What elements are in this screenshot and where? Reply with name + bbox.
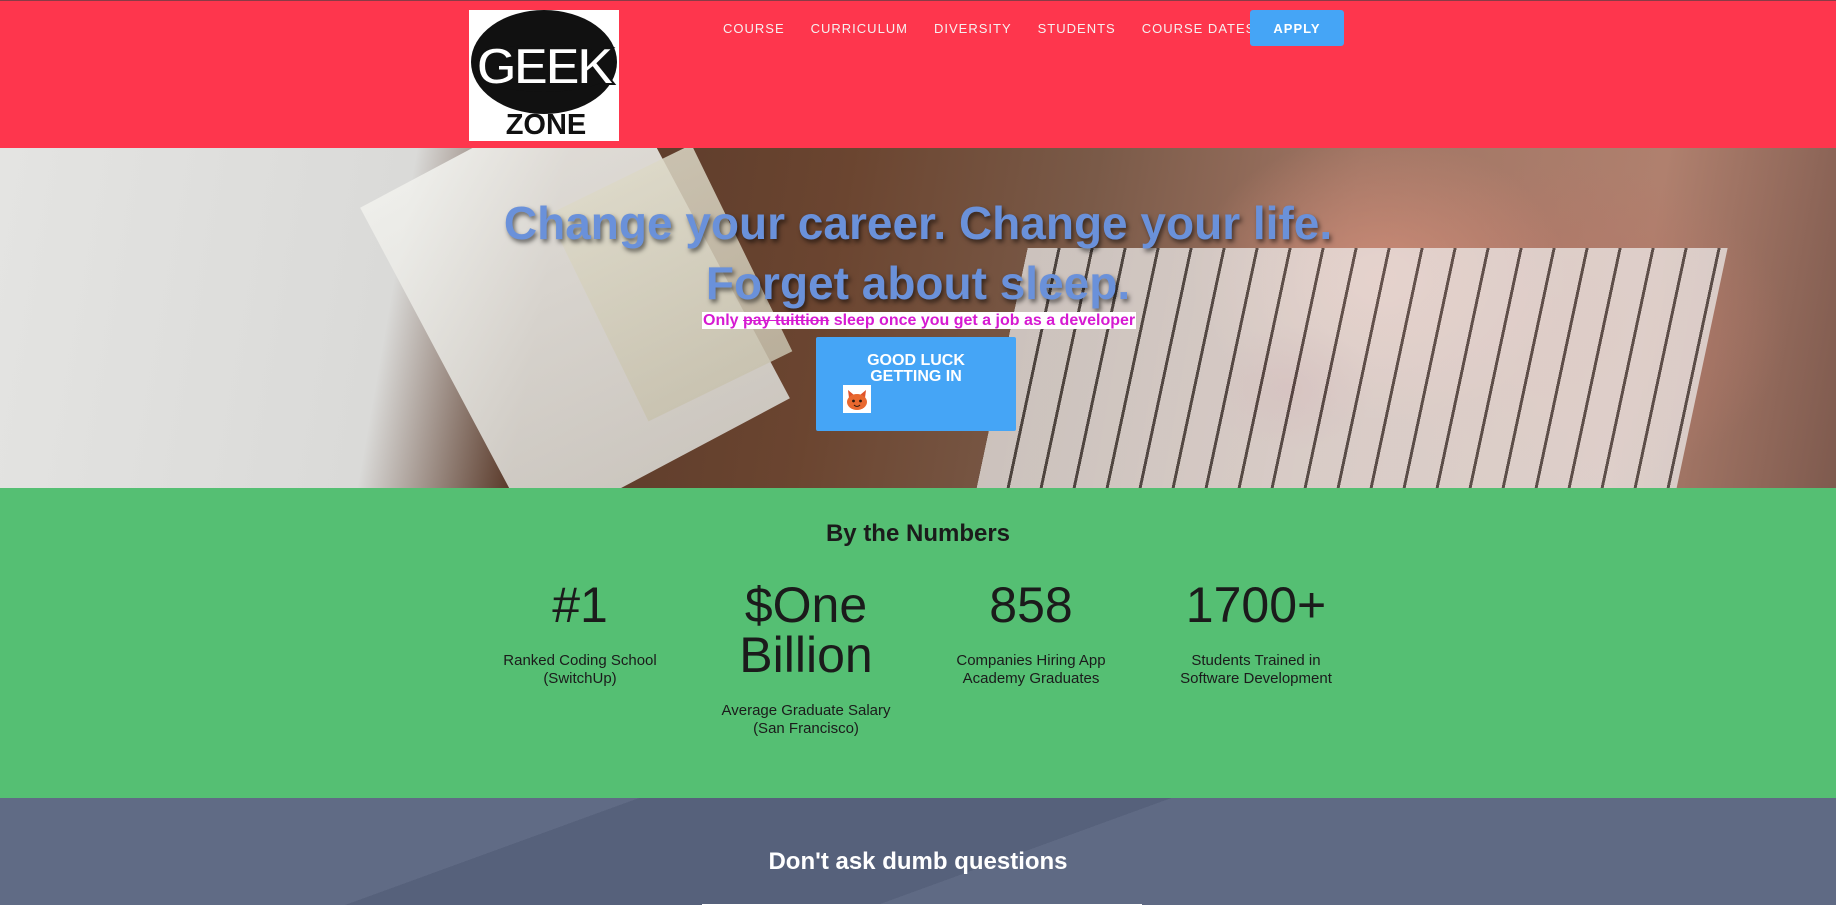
stat-students: 1700+ Students Trained in Software Devel… bbox=[1156, 580, 1356, 688]
stat-description-line1: Average Graduate Salary bbox=[721, 702, 891, 719]
stat-description-line2: Software Development bbox=[1180, 670, 1332, 687]
cat-emoji-icon bbox=[843, 385, 871, 413]
nav-students[interactable]: STUDENTS bbox=[1038, 21, 1116, 36]
main-nav: COURSE CURRICULUM DIVERSITY STUDENTS COU… bbox=[710, 11, 1268, 45]
geek-zone-logo[interactable]: GEEK ZONE bbox=[469, 10, 619, 141]
hero-subtitle: Only pay tuittion sleep once you get a j… bbox=[702, 312, 1137, 329]
numbers-heading: By the Numbers bbox=[825, 520, 1011, 547]
stat-description-line2: (SwitchUp) bbox=[543, 670, 617, 687]
stat-description: Average Graduate Salary (San Francisco) bbox=[706, 702, 906, 738]
logo-text-bottom: ZONE bbox=[506, 109, 587, 141]
stat-description-line2: Academy Graduates bbox=[962, 670, 1100, 687]
stat-description-line1: Students Trained in bbox=[1191, 652, 1321, 669]
apply-button[interactable]: APPLY bbox=[1250, 10, 1344, 46]
stat-value: #1 bbox=[552, 577, 608, 633]
stat-description: Companies Hiring App Academy Graduates bbox=[931, 652, 1131, 688]
nav-course-dates[interactable]: COURSE DATES bbox=[1142, 21, 1256, 36]
nav-diversity[interactable]: DIVERSITY bbox=[934, 21, 1012, 36]
logo-graphic: GEEK ZONE bbox=[471, 10, 619, 141]
stat-value: 858 bbox=[989, 577, 1073, 633]
stat-description: Ranked Coding School (SwitchUp) bbox=[480, 652, 680, 688]
stat-description-line1: Companies Hiring App bbox=[956, 652, 1106, 669]
hero-subtitle-prefix: Only bbox=[703, 312, 739, 329]
site-header: GEEK ZONE COURSE CURRICULUM DIVERSITY ST… bbox=[0, 0, 1836, 148]
stat-value-line1: $One bbox=[744, 577, 868, 633]
stat-description-line1: Ranked Coding School bbox=[503, 652, 657, 669]
stat-companies: 858 Companies Hiring App Academy Graduat… bbox=[931, 580, 1131, 688]
hero-subtitle-strikethrough: pay tuittion bbox=[743, 312, 830, 329]
good-luck-button-label-line1: GOOD LUCK bbox=[867, 352, 965, 369]
numbers-section: By the Numbers #1 Ranked Coding School (… bbox=[0, 488, 1836, 798]
hero-subtitle-suffix: sleep once you get a job as a developer bbox=[833, 312, 1136, 329]
stat-value: 1700+ bbox=[1185, 577, 1327, 633]
hero-title-line2: Forget about sleep. bbox=[705, 257, 1131, 309]
stat-salary: $One Billion Average Graduate Salary (Sa… bbox=[706, 580, 906, 738]
good-luck-button-label-line2: GETTING IN bbox=[870, 368, 962, 385]
stat-description: Students Trained in Software Development bbox=[1156, 652, 1356, 688]
nav-course[interactable]: COURSE bbox=[723, 21, 785, 36]
hero-title-line1: Change your career. Change your life. bbox=[503, 197, 1333, 249]
stat-value-line2: Billion bbox=[739, 627, 873, 683]
good-luck-button[interactable]: GOOD LUCK GETTING IN bbox=[816, 337, 1016, 431]
stat-ranking: #1 Ranked Coding School (SwitchUp) bbox=[480, 580, 680, 688]
hero-section: Change your career. Change your life. Fo… bbox=[0, 148, 1836, 488]
questions-section: Don't ask dumb questions bbox=[0, 798, 1836, 905]
nav-curriculum[interactable]: CURRICULUM bbox=[811, 21, 908, 36]
stat-description-line2: (San Francisco) bbox=[753, 720, 859, 737]
questions-heading: Don't ask dumb questions bbox=[768, 848, 1068, 875]
logo-text-top: GEEK bbox=[476, 38, 615, 96]
